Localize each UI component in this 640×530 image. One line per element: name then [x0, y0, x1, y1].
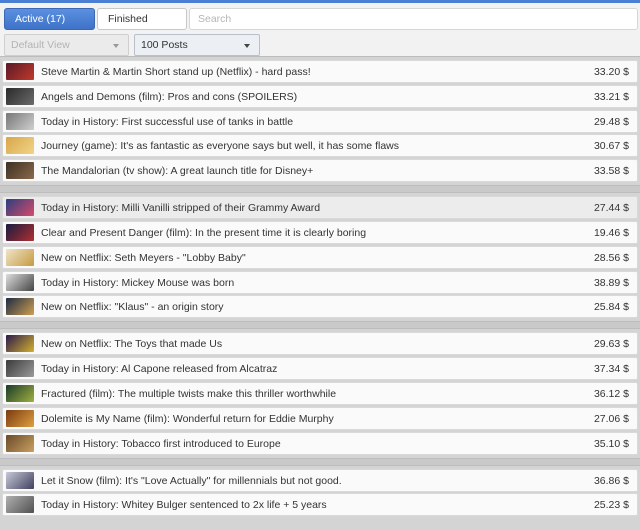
post-title[interactable]: Today in History: Al Capone released fro…	[41, 358, 277, 380]
post-payout: 25.84 $	[593, 301, 629, 314]
post-payout: 29.48 $	[593, 115, 629, 128]
post-row[interactable]: Clear and Present Danger (film): In the …	[2, 220, 638, 244]
post-row[interactable]: Let it Snow (film): It's "Love Actually"…	[2, 468, 638, 492]
post-thumbnail	[6, 87, 34, 105]
post-title[interactable]: Journey (game): It's as fantastic as eve…	[41, 135, 399, 157]
post-payout: 27.06 $	[593, 412, 629, 425]
view-select-label: Default View	[11, 39, 70, 51]
post-title[interactable]: New on Netflix: The Toys that made Us	[41, 333, 222, 355]
post-title[interactable]: Today in History: First successful use o…	[41, 111, 293, 133]
post-payout: 33.20 $	[593, 66, 629, 78]
search-input[interactable]: Search	[189, 8, 638, 30]
post-thumbnail	[6, 199, 34, 217]
posts-select-label: 100 Posts	[141, 39, 188, 51]
post-thumbnail	[6, 248, 34, 266]
post-thumbnail	[6, 137, 34, 155]
post-payout: 36.12 $	[593, 387, 629, 400]
post-title[interactable]: Let it Snow (film): It's "Love Actually"…	[41, 470, 342, 492]
post-thumbnail	[6, 471, 34, 489]
post-title[interactable]: The Mandalorian (tv show): A great launc…	[41, 160, 313, 182]
group-divider	[0, 457, 640, 466]
chevron-down-icon	[244, 44, 250, 48]
post-payout: 27.44 $	[593, 202, 629, 215]
tab-finished[interactable]: Finished	[97, 8, 187, 30]
post-thumbnail	[6, 298, 34, 316]
post-row[interactable]: Today in History: Whitey Bulger sentence…	[2, 493, 638, 517]
post-row[interactable]: The Mandalorian (tv show): A great launc…	[2, 159, 638, 183]
post-title[interactable]: Clear and Present Danger (film): In the …	[41, 222, 366, 244]
post-row[interactable]: Today in History: Mickey Mouse was born 3…	[2, 270, 638, 294]
post-title[interactable]: New on Netflix: "Klaus" - an origin stor…	[41, 296, 224, 318]
post-thumbnail	[6, 409, 34, 427]
post-payout: 37.34 $	[593, 363, 629, 376]
post-payout: 35.10 $	[593, 437, 629, 450]
post-payout: 36.86 $	[593, 474, 629, 487]
post-row[interactable]: Journey (game): It's as fantastic as eve…	[2, 134, 638, 158]
post-title[interactable]: Today in History: Milli Vanilli stripped…	[41, 197, 320, 219]
post-row[interactable]: Dolemite is My Name (film): Wonderful re…	[2, 406, 638, 430]
post-title[interactable]: Fractured (film): The multiple twists ma…	[41, 383, 336, 405]
post-title[interactable]: Today in History: Tobacco first introduc…	[41, 433, 281, 455]
post-title[interactable]: Today in History: Mickey Mouse was born	[41, 272, 234, 294]
post-row[interactable]: Today in History: Milli Vanilli stripped…	[2, 196, 638, 220]
post-row[interactable]: New on Netflix: "Klaus" - an origin stor…	[2, 295, 638, 319]
post-thumbnail	[6, 273, 34, 291]
post-row[interactable]: Today in History: Al Capone released fro…	[2, 357, 638, 381]
post-payout: 30.67 $	[593, 140, 629, 153]
group-divider	[0, 185, 640, 194]
post-row[interactable]: Today in History: First successful use o…	[2, 109, 638, 133]
post-title[interactable]: Angels and Demons (film): Pros and cons …	[41, 86, 297, 108]
post-title[interactable]: Today in History: Whitey Bulger sentence…	[41, 494, 327, 516]
toolbar: Active (17) Finished Search Default View…	[0, 3, 640, 57]
post-title[interactable]: New on Netflix: Seth Meyers - "Lobby Bab…	[41, 247, 246, 269]
tab-active[interactable]: Active (17)	[4, 8, 95, 30]
post-row[interactable]: New on Netflix: The Toys that made Us 29.…	[2, 332, 638, 356]
post-thumbnail	[6, 496, 34, 514]
post-payout: 25.23 $	[593, 499, 629, 512]
chevron-down-icon	[113, 44, 119, 48]
post-row[interactable]: Today in History: Tobacco first introduc…	[2, 431, 638, 455]
post-thumbnail	[6, 434, 34, 452]
post-row[interactable]: Angels and Demons (film): Pros and cons …	[2, 84, 638, 108]
post-payout: 38.89 $	[593, 276, 629, 289]
post-row[interactable]: Steve Martin & Martin Short stand up (Ne…	[2, 60, 638, 83]
post-payout: 28.56 $	[593, 251, 629, 264]
post-thumbnail	[6, 223, 34, 241]
post-thumbnail	[6, 335, 34, 353]
post-payout: 33.58 $	[593, 165, 629, 178]
post-thumbnail	[6, 162, 34, 180]
post-title[interactable]: Dolemite is My Name (film): Wonderful re…	[41, 408, 334, 430]
post-thumbnail	[6, 112, 34, 130]
post-thumbnail	[6, 360, 34, 378]
post-payout: 33.21 $	[593, 90, 629, 103]
post-title[interactable]: Steve Martin & Martin Short stand up (Ne…	[41, 61, 311, 83]
post-payout: 19.46 $	[593, 226, 629, 239]
post-payout: 29.63 $	[593, 338, 629, 351]
post-thumbnail	[6, 384, 34, 402]
post-thumbnail	[6, 63, 34, 80]
post-row[interactable]: New on Netflix: Seth Meyers - "Lobby Bab…	[2, 245, 638, 269]
posts-per-page-select[interactable]: 100 Posts	[134, 34, 260, 56]
group-divider	[0, 321, 640, 330]
view-select[interactable]: Default View	[4, 34, 129, 56]
post-list: Steve Martin & Martin Short stand up (Ne…	[0, 60, 640, 518]
post-row[interactable]: Fractured (film): The multiple twists ma…	[2, 381, 638, 405]
